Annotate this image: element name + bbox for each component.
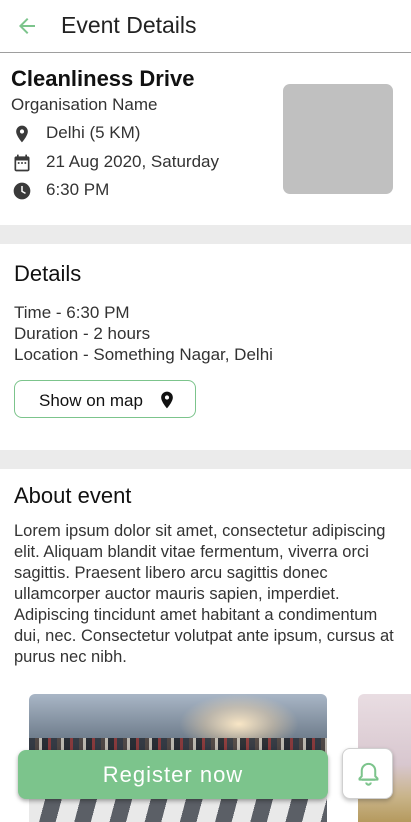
back-arrow-icon[interactable]	[15, 14, 39, 38]
event-image-placeholder	[283, 84, 393, 194]
notify-button[interactable]	[342, 748, 393, 799]
calendar-icon	[14, 154, 30, 172]
event-time-row: 6:30 PM	[12, 180, 272, 202]
event-date: 21 Aug 2020, Saturday	[46, 152, 219, 171]
event-location: Delhi (5 KM)	[46, 123, 141, 142]
app-bar: Event Details	[0, 0, 411, 53]
section-divider	[0, 225, 411, 244]
register-now-label: Register now	[102, 762, 244, 787]
location-pin-icon	[161, 391, 173, 409]
location-pin-icon	[16, 125, 28, 143]
show-on-map-button[interactable]: Show on map	[14, 380, 196, 418]
event-location-row: Delhi (5 KM)	[12, 123, 272, 145]
section-divider	[0, 450, 411, 469]
page-title: Event Details	[61, 12, 197, 38]
about-description: Lorem ipsum dolor sit amet, consectetur …	[14, 522, 394, 666]
bell-icon	[358, 762, 379, 786]
details-section: Details Time - 6:30 PM Duration - 2 hour…	[0, 244, 411, 450]
event-date-row: 21 Aug 2020, Saturday	[12, 152, 272, 174]
about-heading: About event	[14, 483, 132, 508]
detail-time: Time - 6:30 PM	[14, 303, 130, 322]
show-on-map-label: Show on map	[39, 391, 143, 410]
organisation-name: Organisation Name	[11, 95, 158, 114]
clock-icon	[13, 182, 31, 200]
event-time: 6:30 PM	[46, 180, 110, 199]
detail-location: Location - Something Nagar, Delhi	[14, 345, 273, 364]
register-now-button[interactable]: Register now	[18, 750, 328, 799]
details-heading: Details	[14, 261, 82, 286]
event-summary: Cleanliness Drive Organisation Name Delh…	[0, 53, 411, 225]
detail-duration: Duration - 2 hours	[14, 324, 151, 343]
event-title: Cleanliness Drive	[11, 66, 195, 91]
